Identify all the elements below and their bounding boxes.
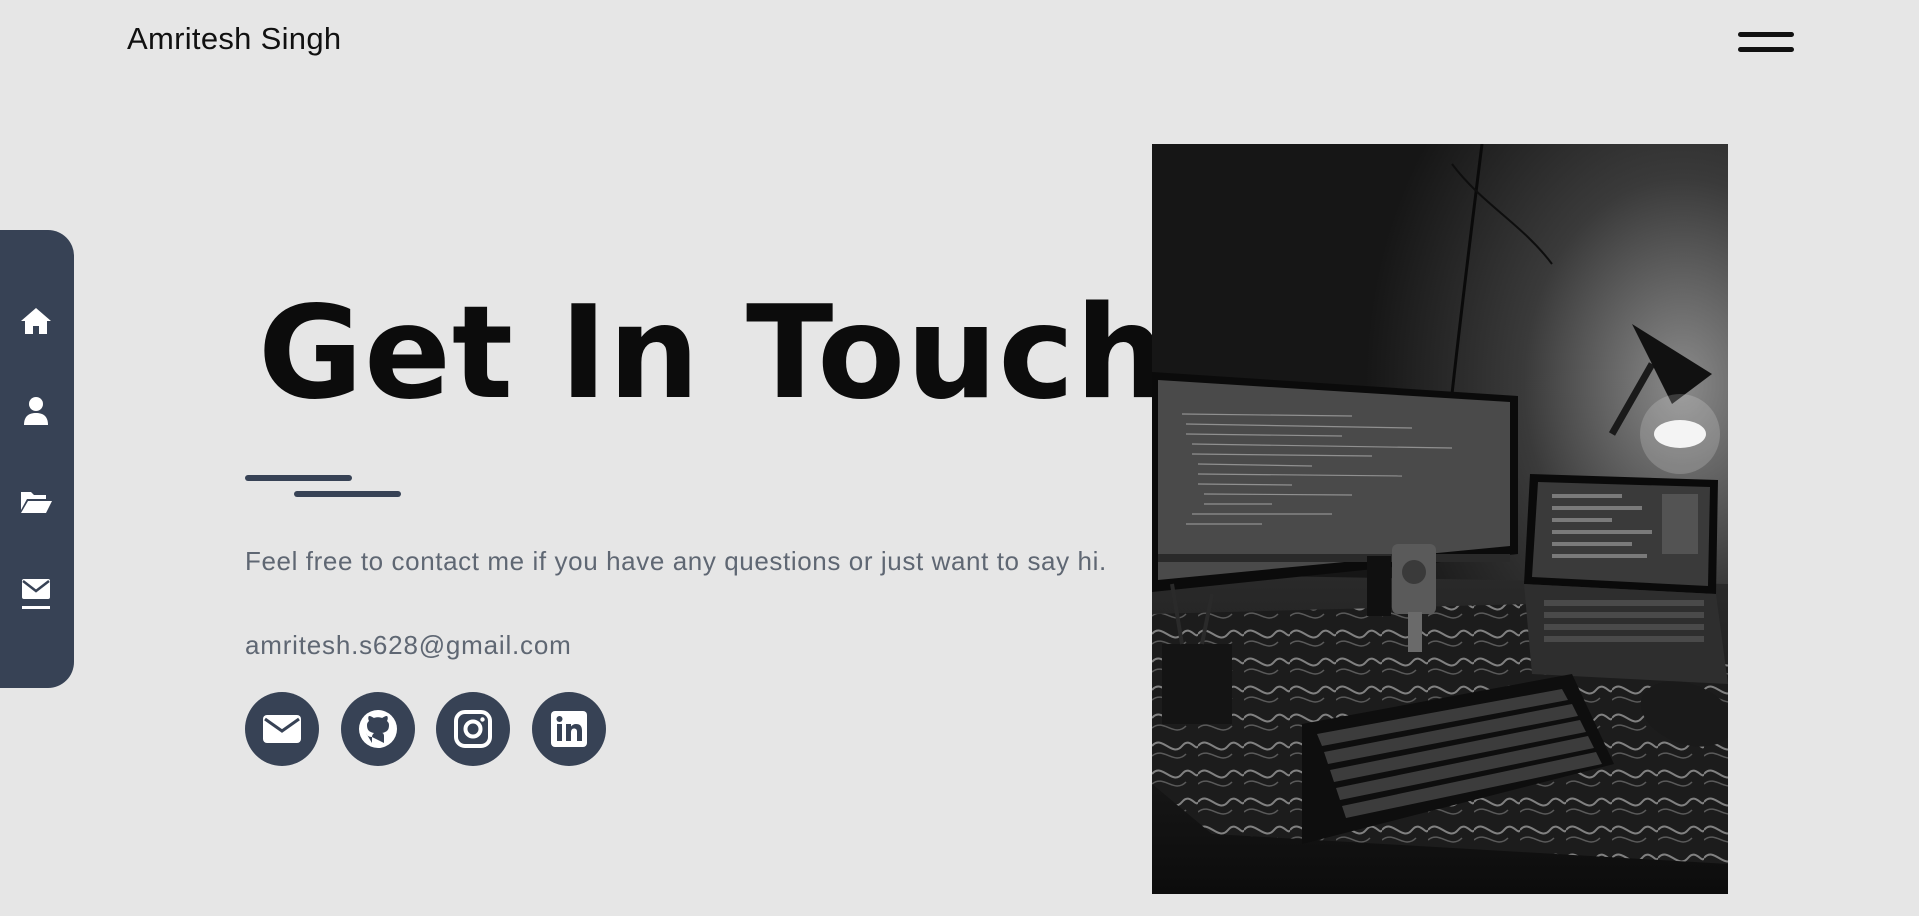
github-icon (359, 710, 397, 748)
intro-text: Feel free to contact me if you have any … (245, 546, 1107, 576)
title-underline-bottom (294, 491, 401, 497)
sidebar-item-contact[interactable] (17, 574, 55, 612)
desk-setup-photo (1152, 144, 1728, 894)
linkedin-button[interactable] (532, 692, 606, 766)
sidebar-item-about[interactable] (17, 392, 55, 430)
linkedin-icon (551, 711, 587, 747)
hamburger-menu-icon[interactable] (1738, 30, 1794, 56)
menu-bar-bottom (1738, 47, 1794, 52)
envelope-icon (263, 715, 301, 743)
github-button[interactable] (341, 692, 415, 766)
instagram-icon (454, 710, 492, 748)
home-icon (21, 308, 51, 334)
brand-name[interactable]: Amritesh Singh (127, 21, 341, 57)
sidebar-item-home[interactable] (17, 302, 55, 340)
envelope-icon (22, 579, 50, 609)
instagram-button[interactable] (436, 692, 510, 766)
title-underline-top (245, 475, 352, 481)
user-icon (24, 397, 48, 425)
email-link[interactable]: amritesh.s628@gmail.com (245, 630, 572, 661)
side-navigation (0, 230, 74, 688)
desk-setup-illustration (1152, 144, 1728, 894)
folder-open-icon (21, 492, 52, 513)
page-title: Get In Touch (258, 279, 1168, 428)
email-button[interactable] (245, 692, 319, 766)
sidebar-item-projects[interactable] (17, 482, 55, 520)
menu-bar-top (1738, 32, 1794, 37)
